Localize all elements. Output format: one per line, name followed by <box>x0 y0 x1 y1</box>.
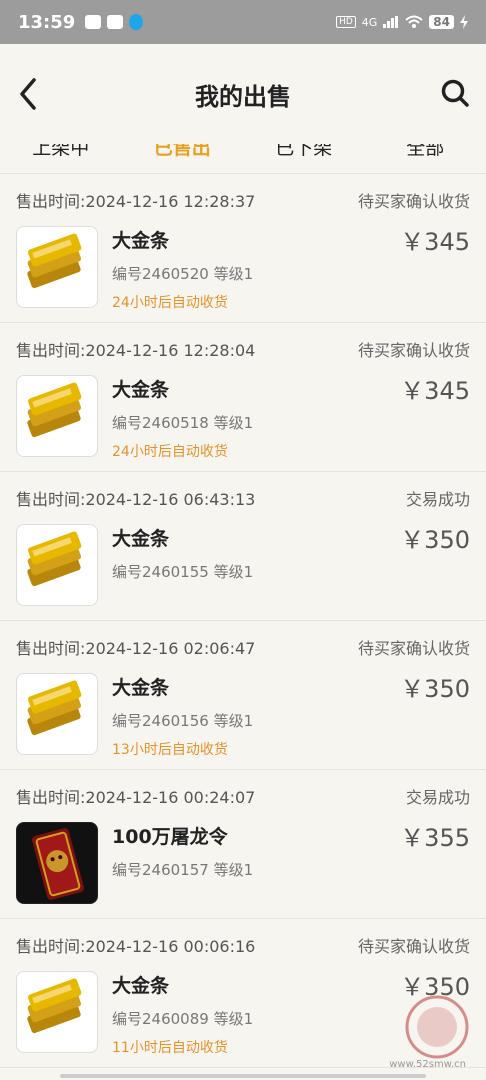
auto-receive-note: 13小时后自动收货 <box>112 742 228 758</box>
network-icon: 4G <box>361 15 378 29</box>
item-meta: 编号2460518 等级1 <box>112 414 254 432</box>
order-status: 待买家确认收货 <box>357 341 470 360</box>
item-price: ￥350 <box>400 526 470 554</box>
watermark-url: www.52smw.cn <box>389 1059 466 1070</box>
order-time: 售出时间:2024-12-16 12:28:04 <box>16 341 256 360</box>
order-time: 售出时间:2024-12-16 00:06:16 <box>16 937 256 956</box>
gold-bar-icon <box>16 673 98 755</box>
watermark-logo <box>405 995 469 1059</box>
auto-receive-note: 24小时后自动收货 <box>112 444 228 460</box>
app-notification-icon <box>85 15 102 29</box>
order-status: 待买家确认收货 <box>357 937 470 956</box>
order-item[interactable]: 售出时间:2024-12-16 06:43:13 交易成功 大金条 编号2460… <box>0 472 486 621</box>
page-title: 我的出售 <box>195 82 291 111</box>
item-price: ￥345 <box>400 377 470 405</box>
item-price: ￥350 <box>400 675 470 703</box>
qq-icon <box>129 14 144 30</box>
order-status: 交易成功 <box>405 490 470 509</box>
dragon-token-icon <box>16 822 98 904</box>
item-meta: 编号2460520 等级1 <box>112 265 254 283</box>
gold-bar-icon <box>16 971 98 1053</box>
mail-icon <box>107 15 124 29</box>
item-price: ￥345 <box>400 228 470 256</box>
order-time: 售出时间:2024-12-16 02:06:47 <box>16 639 256 658</box>
gold-bar-icon <box>16 524 98 606</box>
hd-icon: HD <box>336 16 356 28</box>
order-status: 待买家确认收货 <box>357 639 470 658</box>
auto-receive-note: 24小时后自动收货 <box>112 295 228 311</box>
order-time: 售出时间:2024-12-16 06:43:13 <box>16 490 256 509</box>
order-item[interactable]: 售出时间:2024-12-16 12:28:37 待买家确认收货 大金条 编号2… <box>0 174 486 323</box>
gold-bar-icon <box>16 226 98 308</box>
item-meta: 编号2460157 等级1 <box>112 861 254 879</box>
gold-bar-icon <box>16 375 98 457</box>
wifi-icon <box>405 15 423 28</box>
status-time: 13:59 <box>18 11 76 33</box>
order-item[interactable]: 售出时间:2024-12-16 00:24:07 交易成功 100万屠龙令 编号… <box>0 770 486 919</box>
battery-indicator: 84 <box>429 15 454 29</box>
charging-icon <box>460 15 468 29</box>
item-meta: 编号2460156 等级1 <box>112 712 254 730</box>
order-time: 售出时间:2024-12-16 00:24:07 <box>16 788 256 807</box>
page-header: 我的出售 <box>0 44 486 144</box>
order-item[interactable]: 售出时间:2024-12-16 02:06:47 待买家确认收货 大金条 编号2… <box>0 621 486 770</box>
order-status: 待买家确认收货 <box>357 192 470 211</box>
order-time: 售出时间:2024-12-16 12:28:37 <box>16 192 256 211</box>
status-bar: 13:59 HD 4G 84 <box>0 0 486 44</box>
item-meta: 编号2460155 等级1 <box>112 563 254 581</box>
back-arrow-icon[interactable] <box>16 76 40 112</box>
signal-icon <box>383 16 399 28</box>
home-indicator[interactable] <box>60 1074 426 1078</box>
order-list: 售出时间:2024-12-16 12:28:37 待买家确认收货 大金条 编号2… <box>0 174 486 1068</box>
order-item[interactable]: 售出时间:2024-12-16 12:28:04 待买家确认收货 大金条 编号2… <box>0 323 486 472</box>
search-icon[interactable] <box>440 78 470 108</box>
order-status: 交易成功 <box>405 788 470 807</box>
item-price: ￥355 <box>400 824 470 852</box>
